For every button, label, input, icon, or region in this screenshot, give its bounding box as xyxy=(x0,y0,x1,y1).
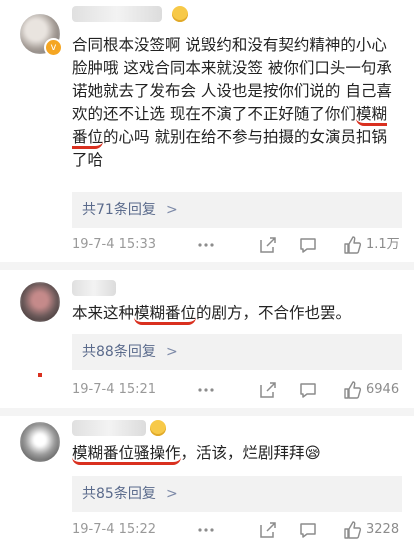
chevron-right-icon: > xyxy=(166,486,178,502)
more-icon[interactable] xyxy=(196,520,216,540)
comment-text: 本来这种 xyxy=(72,304,135,322)
share-icon[interactable] xyxy=(258,520,278,540)
chevron-right-icon: > xyxy=(166,202,178,218)
share-icon[interactable] xyxy=(258,235,278,255)
comment-2: 本来这种模糊番位的剧方，不合作也罢。 共88条回复 > 19-7-4 15:21… xyxy=(0,270,414,410)
timestamp: 19-7-4 15:22 xyxy=(72,522,157,537)
comment-icon[interactable] xyxy=(298,520,318,540)
comment-3: 模糊番位骚操作，活该，烂剧拜拜😪 共85条回复 > 19-7-4 15:22 3… xyxy=(0,416,414,544)
avatar[interactable] xyxy=(20,422,60,462)
emoji-icon xyxy=(150,420,166,436)
reply-count: 共88条回复 xyxy=(82,344,156,360)
comment-body: 本来这种模糊番位的剧方，不合作也罢。 xyxy=(72,302,402,325)
highlight-mark: 模糊番位骚操作 xyxy=(72,444,181,465)
comment-text-tail: 的心吗 就别在给不参与拍摄的女演员扣锅了哈 xyxy=(72,128,387,169)
divider xyxy=(0,408,414,416)
reply-summary[interactable]: 共85条回复 > xyxy=(72,476,402,512)
red-mark xyxy=(38,373,42,377)
reply-count: 共71条回复 xyxy=(82,202,156,218)
username[interactable] xyxy=(72,420,146,436)
comment-icon[interactable] xyxy=(298,380,318,400)
share-icon[interactable] xyxy=(258,380,278,400)
timestamp: 19-7-4 15:21 xyxy=(72,382,157,397)
timestamp: 19-7-4 15:33 xyxy=(72,237,157,252)
like-icon[interactable] xyxy=(342,520,362,540)
comment-icon[interactable] xyxy=(298,235,318,255)
reply-summary[interactable]: 共88条回复 > xyxy=(72,334,402,370)
comment-text-tail: 的剧方，不合作也罢。 xyxy=(196,304,352,322)
verified-badge-icon: v xyxy=(44,38,63,57)
comment-meta: 19-7-4 15:21 6946 xyxy=(72,380,402,400)
like-icon[interactable] xyxy=(342,380,362,400)
more-icon[interactable] xyxy=(196,380,216,400)
emoji-icon xyxy=(172,6,188,22)
like-count: 1.1万 xyxy=(366,237,400,252)
more-icon[interactable] xyxy=(196,235,216,255)
username[interactable] xyxy=(72,280,116,296)
like-count: 3228 xyxy=(366,522,400,537)
reply-summary[interactable]: 共71条回复 > xyxy=(72,192,402,228)
comment-body: 模糊番位骚操作，活该，烂剧拜拜😪 xyxy=(72,442,402,465)
like-icon[interactable] xyxy=(342,235,362,255)
like-count: 6946 xyxy=(366,382,400,397)
comment-meta: 19-7-4 15:33 1.1万 xyxy=(72,235,402,255)
chevron-right-icon: > xyxy=(166,344,178,360)
comment-1: v 合同根本没签啊 说毁约和没有契约精神的小心脸肿哦 这戏合同本来就没签 被你们… xyxy=(0,0,414,262)
comment-body: 合同根本没签啊 说毁约和没有契约精神的小心脸肿哦 这戏合同本来就没签 被你们口头… xyxy=(72,34,402,172)
avatar[interactable] xyxy=(20,282,60,322)
comment-meta: 19-7-4 15:22 3228 xyxy=(72,520,402,540)
username[interactable] xyxy=(72,6,162,22)
reply-count: 共85条回复 xyxy=(82,486,156,502)
comment-text: 合同根本没签啊 说毁约和没有契约精神的小心脸肿哦 这戏合同本来就没签 被你们口头… xyxy=(72,36,392,123)
divider xyxy=(0,262,414,270)
comment-text-tail: ，活该，烂剧拜拜😪 xyxy=(180,444,321,462)
highlight-mark: 模糊番位 xyxy=(134,304,197,325)
